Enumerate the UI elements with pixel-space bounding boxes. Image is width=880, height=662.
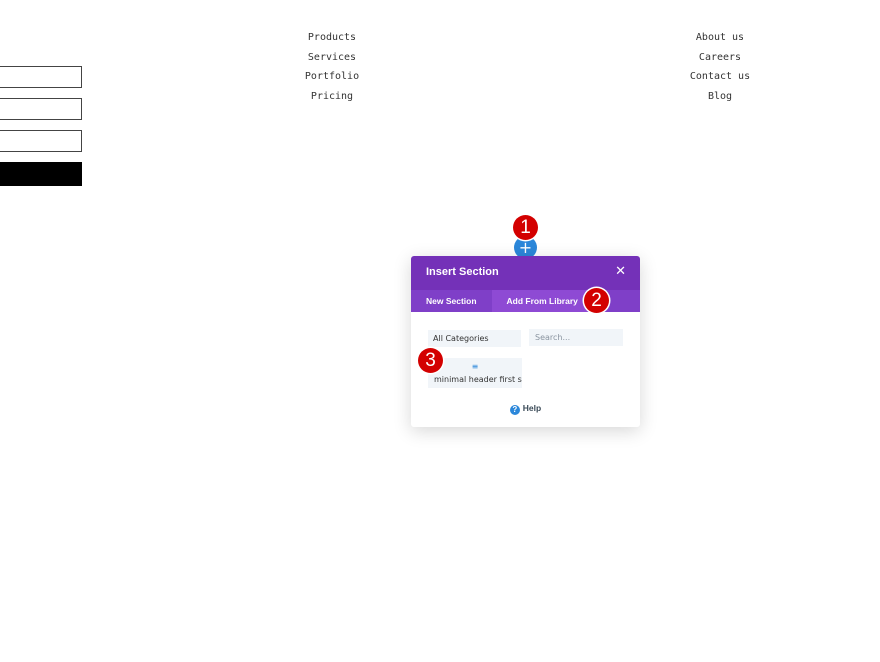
help-label: Help [522, 403, 542, 413]
question-icon: ? [509, 405, 520, 415]
modal-title: Insert Section [426, 266, 499, 278]
modal-header: Insert Section ✕ [411, 256, 640, 290]
form-field-3[interactable] [0, 130, 82, 152]
nav-link-products[interactable]: Products [296, 31, 368, 51]
close-icon[interactable]: ✕ [615, 264, 626, 279]
step-badge-2: 2 [584, 288, 609, 313]
step-badge-1: 1 [513, 215, 538, 240]
nav-link-services[interactable]: Services [296, 51, 368, 71]
nav-link-pricing[interactable]: Pricing [296, 90, 368, 110]
footer-nav-right: About us Careers Contact us Blog [685, 31, 755, 109]
insert-section-modal: Insert Section ✕ New Section Add From Li… [411, 256, 640, 427]
tab-add-from-library[interactable]: Add From Library [491, 290, 593, 312]
form-field-1[interactable] [0, 66, 82, 88]
layout-item-label: minimal header first section [434, 375, 522, 384]
form-field-2[interactable] [0, 98, 82, 120]
nav-link-about[interactable]: About us [685, 31, 755, 51]
footer-nav-left: Products Services Portfolio Pricing [296, 31, 368, 109]
nav-link-contact[interactable]: Contact us [685, 70, 755, 90]
search-input[interactable] [529, 329, 623, 346]
help-link[interactable]: ? Help [411, 403, 640, 415]
tab-new-section[interactable]: New Section [411, 290, 492, 312]
nav-link-portfolio[interactable]: Portfolio [296, 70, 368, 90]
category-select[interactable]: All Categories [428, 330, 521, 347]
nav-link-careers[interactable]: Careers [685, 51, 755, 71]
step-badge-3: 3 [418, 348, 443, 373]
plus-icon: + [518, 238, 533, 257]
nav-link-blog[interactable]: Blog [685, 90, 755, 110]
form-submit-button[interactable] [0, 162, 82, 186]
